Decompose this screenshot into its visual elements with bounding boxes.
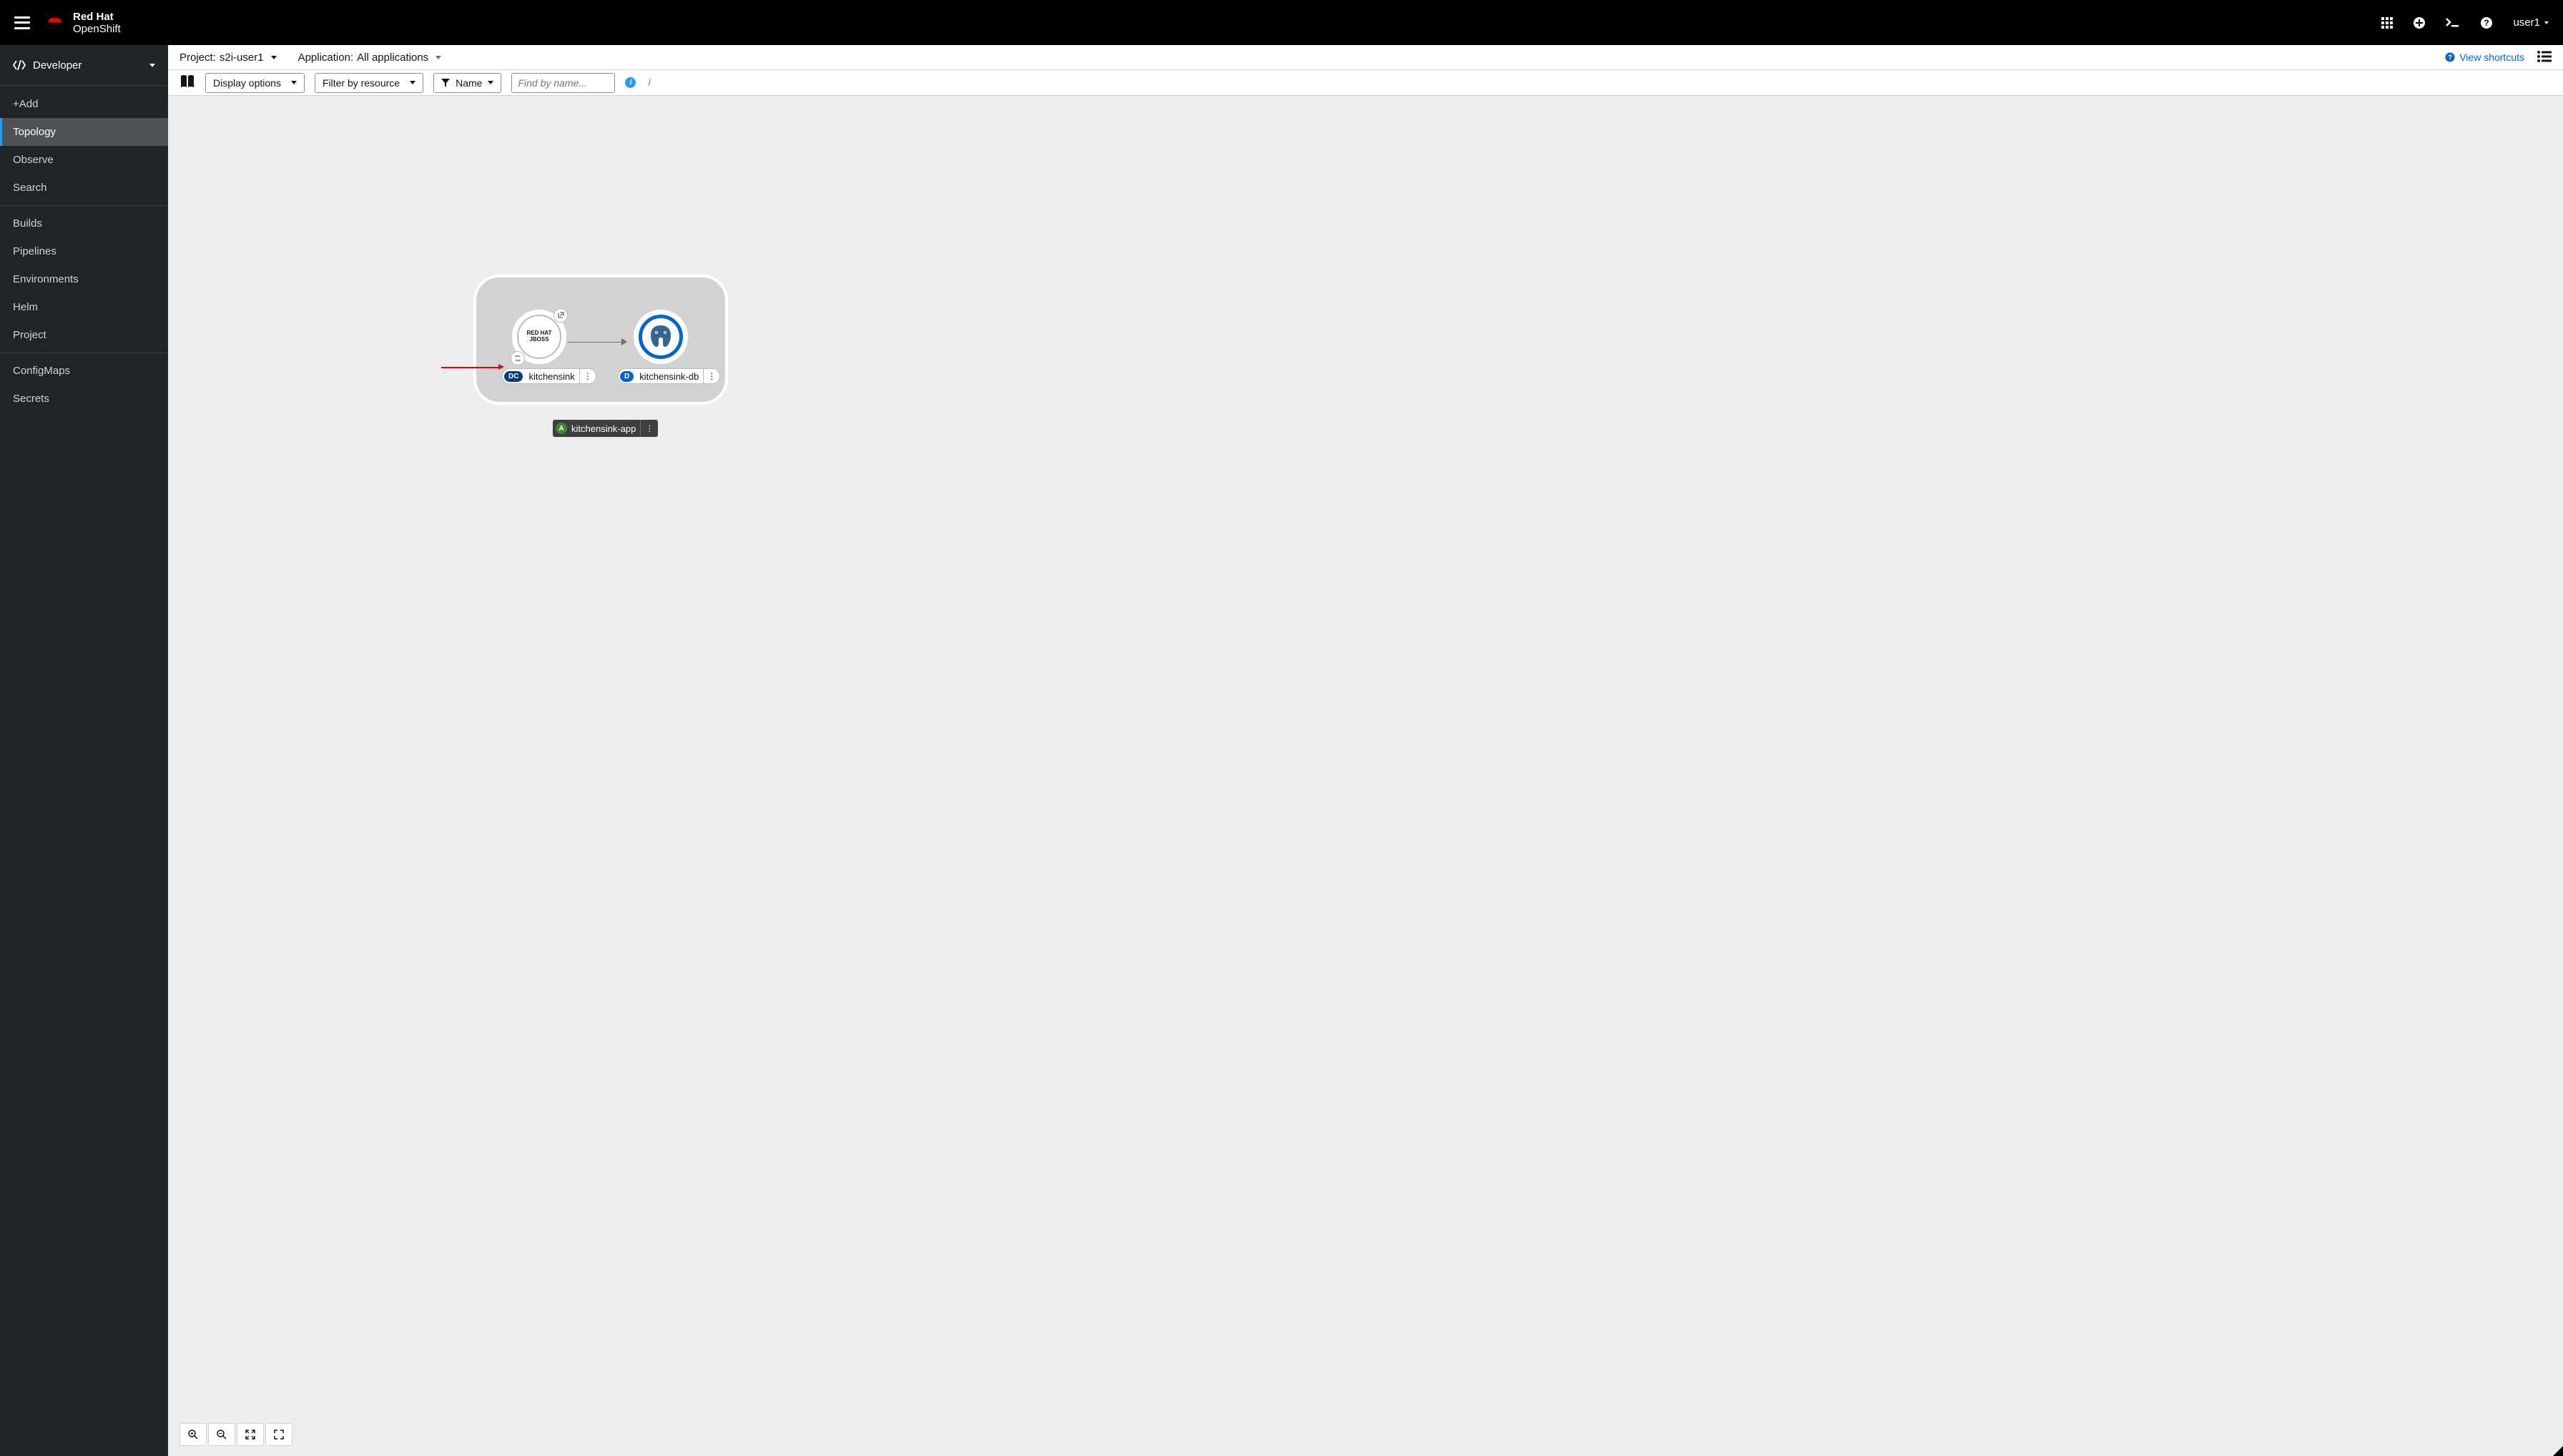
zoom-out-button[interactable] — [208, 1423, 235, 1446]
project-selector[interactable]: Project: s2i-user1 — [179, 51, 277, 64]
user-menu[interactable]: user1 — [2513, 16, 2549, 29]
application-value: All applications — [357, 51, 428, 64]
topology-canvas[interactable]: RED HAT JBOSS DC kitc — [168, 96, 2563, 1456]
svg-text:?: ? — [2448, 54, 2452, 62]
filter-icon — [441, 79, 450, 87]
application-selector[interactable]: Application: All applications — [298, 51, 442, 64]
question-circle-icon: ? — [2480, 16, 2493, 29]
caret-down-icon — [436, 56, 441, 59]
nav-item-configmaps[interactable]: ConfigMaps — [0, 357, 168, 385]
application-group[interactable]: RED HAT JBOSS DC kitc — [473, 275, 728, 405]
brand-line1: Red Hat — [73, 11, 121, 22]
nav-item-topology[interactable]: Topology — [0, 118, 168, 146]
caret-down-icon — [291, 81, 297, 84]
open-url-decorator[interactable] — [554, 308, 568, 323]
application-label: Application: — [298, 51, 354, 64]
application-kebab-menu[interactable]: ⋮ — [640, 420, 658, 437]
fit-to-screen-button[interactable] — [237, 1423, 264, 1446]
resource-badge-dc: DC — [504, 371, 523, 382]
zoom-in-icon — [188, 1430, 198, 1440]
nav-item-secrets[interactable]: Secrets — [0, 385, 168, 413]
masthead: Red Hat OpenShift ? user1 — [0, 0, 2563, 45]
nav-item-project[interactable]: Project — [0, 321, 168, 349]
display-options-dropdown[interactable]: Display options — [205, 73, 305, 93]
nav-separator — [0, 205, 168, 206]
list-view-toggle[interactable] — [2537, 51, 2552, 64]
zoom-in-button[interactable] — [179, 1423, 207, 1446]
zoom-controls — [179, 1423, 292, 1446]
caret-down-icon — [2544, 21, 2549, 24]
resource-badge-d: D — [620, 371, 634, 382]
list-icon — [2537, 51, 2552, 62]
resize-corner — [2553, 1446, 2563, 1456]
node-kebab-menu[interactable]: ⋮ — [579, 369, 596, 383]
postgresql-icon — [646, 323, 675, 351]
node-label[interactable]: D kitchensink-db ⋮ — [618, 368, 720, 384]
nav-item-builds[interactable]: Builds — [0, 210, 168, 237]
plus-circle-icon — [2413, 16, 2426, 29]
app-launcher-button[interactable] — [2381, 17, 2393, 29]
username: user1 — [2513, 16, 2540, 29]
caret-down-icon — [488, 81, 493, 84]
project-value: s2i-user1 — [220, 51, 264, 64]
project-label: Project: — [179, 51, 216, 64]
caret-down-icon — [410, 81, 415, 84]
help-button[interactable]: ? — [2480, 16, 2493, 29]
connector-arrow-icon — [621, 338, 627, 345]
main-content: Project: s2i-user1 Application: All appl… — [168, 45, 2563, 1456]
terminal-icon — [2446, 18, 2460, 28]
external-link-icon — [557, 312, 564, 319]
perspective-label: Developer — [33, 59, 149, 72]
code-icon — [13, 60, 26, 70]
nav-item-pipelines[interactable]: Pipelines — [0, 237, 168, 265]
grid-icon — [2381, 17, 2393, 29]
build-status-decorator[interactable] — [511, 351, 525, 365]
perspective-switcher[interactable]: Developer — [0, 45, 168, 86]
terminal-button[interactable] — [2446, 18, 2460, 28]
caret-down-icon — [149, 64, 155, 67]
node-name: kitchensink — [524, 371, 579, 382]
brand-line2: OpenShift — [73, 24, 121, 34]
topology-node-kitchensink-db[interactable]: D kitchensink-db ⋮ — [634, 310, 720, 384]
node-label[interactable]: DC kitchensink ⋮ — [502, 368, 596, 384]
nav-list: +Add Topology Observe Search Builds Pipe… — [0, 86, 168, 1456]
nav-item-environments[interactable]: Environments — [0, 265, 168, 293]
topology-view-icon[interactable]: + — [179, 74, 195, 91]
topology-toolbar: + Display options Filter by resource Nam… — [168, 70, 2563, 96]
brand-logo[interactable]: Red Hat OpenShift — [44, 11, 121, 34]
view-shortcuts-link[interactable]: ? View shortcuts — [2445, 51, 2524, 63]
node-name: kitchensink-db — [635, 371, 703, 382]
find-by-name-wrap: / — [511, 73, 615, 93]
nav-toggle-button[interactable] — [14, 16, 30, 29]
zoom-out-icon — [217, 1430, 227, 1440]
context-bar: Project: s2i-user1 Application: All appl… — [168, 45, 2563, 70]
question-circle-icon: ? — [2445, 52, 2455, 62]
caret-down-icon — [271, 56, 277, 59]
nav-item-helm[interactable]: Helm — [0, 293, 168, 321]
import-button[interactable] — [2413, 16, 2426, 29]
nav-item-observe[interactable]: Observe — [0, 146, 168, 174]
application-name: kitchensink-app — [571, 423, 640, 434]
node-kebab-menu[interactable]: ⋮ — [703, 369, 719, 383]
reset-view-button[interactable] — [265, 1423, 292, 1446]
sync-icon — [514, 355, 521, 362]
sidebar: Developer +Add Topology Observe Search B… — [0, 45, 168, 1456]
fit-icon — [245, 1430, 255, 1440]
svg-text:+: + — [192, 82, 195, 89]
svg-text:?: ? — [2484, 18, 2489, 28]
nav-item-search[interactable]: Search — [0, 174, 168, 202]
filter-type-dropdown[interactable]: Name — [433, 73, 501, 93]
topology-node-kitchensink[interactable]: RED HAT JBOSS DC kitc — [512, 310, 596, 384]
filter-resource-dropdown[interactable]: Filter by resource — [315, 73, 423, 93]
search-hint: / — [648, 77, 651, 88]
application-badge: A — [556, 423, 567, 434]
expand-icon — [274, 1430, 284, 1440]
nav-item-add[interactable]: +Add — [0, 90, 168, 118]
application-label[interactable]: A kitchensink-app ⋮ — [553, 420, 658, 437]
node-logo-line2: JBOSS — [529, 337, 548, 343]
redhat-fedora-icon — [44, 15, 66, 31]
